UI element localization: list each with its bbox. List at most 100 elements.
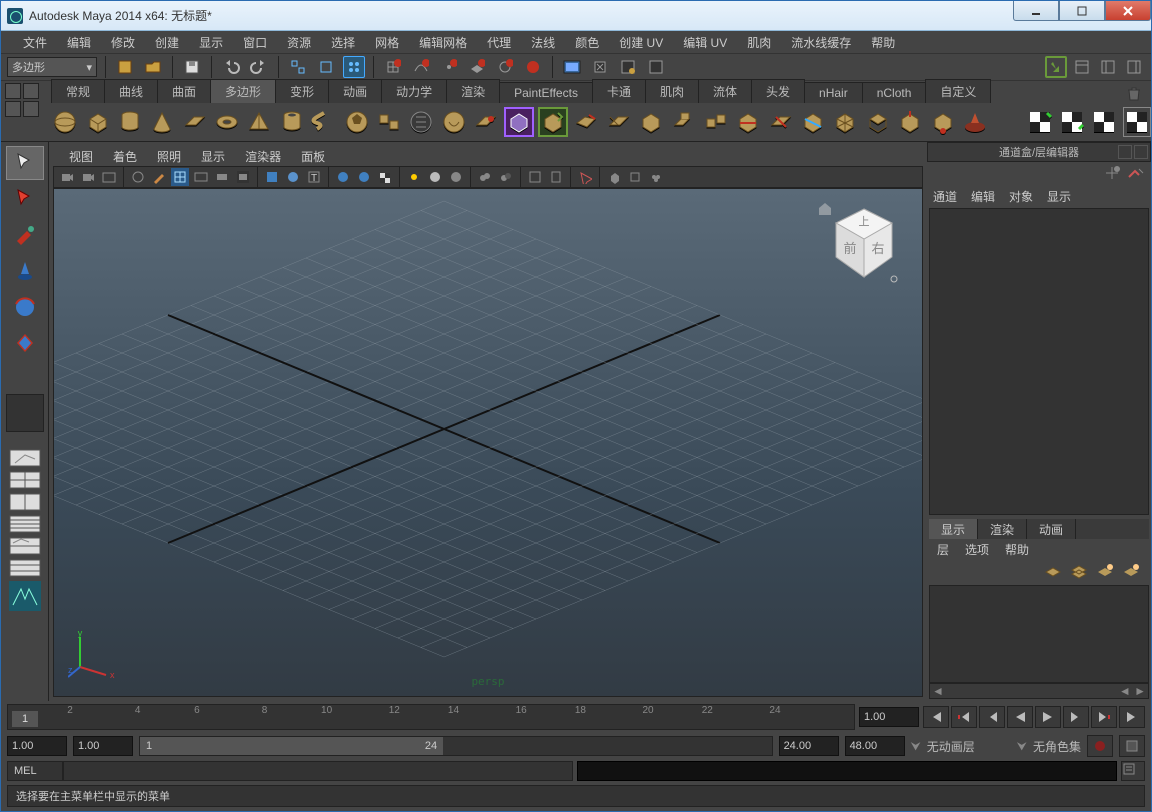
sphere-prim-icon[interactable]: [51, 107, 79, 137]
ipr-render-icon[interactable]: [617, 56, 639, 78]
vp-2d-pan-icon[interactable]: [129, 168, 147, 186]
menu-item[interactable]: 资源: [277, 32, 321, 53]
viewcube-icon[interactable]: 上 前 右: [828, 203, 900, 288]
menu-item[interactable]: 流水线缓存: [781, 32, 861, 53]
play-back-icon[interactable]: [1007, 706, 1033, 728]
snap-live-icon[interactable]: [494, 56, 516, 78]
pyramid-prim-icon[interactable]: [245, 107, 273, 137]
vp-grease-icon[interactable]: [150, 168, 168, 186]
menu-item[interactable]: 编辑 UV: [673, 32, 737, 53]
shelf-tab[interactable]: 动画: [328, 79, 382, 103]
lasso-tool-icon[interactable]: [6, 182, 44, 216]
sel-object-icon[interactable]: [315, 56, 337, 78]
prefs-icon[interactable]: [1119, 735, 1145, 757]
shelf-tab[interactable]: 流体: [698, 79, 752, 103]
show-tool-icon[interactable]: [1097, 56, 1119, 78]
show-channel-icon[interactable]: [1123, 56, 1145, 78]
vp-effects1-icon[interactable]: [526, 168, 544, 186]
two-pane-v-icon[interactable]: [6, 514, 44, 534]
extract-icon[interactable]: [572, 107, 600, 137]
time-current[interactable]: 1: [12, 711, 38, 727]
layer-menu-item[interactable]: 层: [937, 541, 949, 558]
shelf-tab[interactable]: nCloth: [862, 82, 927, 103]
menu-item[interactable]: 帮助: [861, 32, 905, 53]
two-pane-h-icon[interactable]: [6, 492, 44, 512]
shelf-toggle-icon[interactable]: [5, 83, 43, 117]
menu-item[interactable]: 编辑: [57, 32, 101, 53]
cmd-lang-label[interactable]: MEL: [7, 761, 63, 781]
append-icon[interactable]: [734, 107, 762, 137]
maximize-button[interactable]: [1059, 1, 1105, 21]
shelf-tab[interactable]: nHair: [804, 82, 863, 103]
menu-item[interactable]: 文件: [13, 32, 57, 53]
vp-grid-icon[interactable]: [171, 168, 189, 186]
menu-item[interactable]: 创建: [145, 32, 189, 53]
bridge-icon[interactable]: [702, 107, 730, 137]
vp-shadows-icon[interactable]: [355, 168, 373, 186]
new-scene-icon[interactable]: [114, 56, 136, 78]
last-tool-slot[interactable]: [6, 394, 44, 432]
outliner-pane-icon[interactable]: [6, 558, 44, 578]
platonic-prim-icon[interactable]: [375, 107, 403, 137]
go-start-icon[interactable]: [923, 706, 949, 728]
vp-xray-j-icon[interactable]: [447, 168, 465, 186]
helix-prim-icon[interactable]: [310, 107, 338, 137]
wedge-icon[interactable]: [864, 107, 892, 137]
shelf-tab[interactable]: 多边形: [210, 79, 276, 103]
render-view-icon[interactable]: [561, 56, 583, 78]
step-back-icon[interactable]: [979, 706, 1005, 728]
play-end[interactable]: 24.00: [779, 736, 839, 756]
snap-plane-icon[interactable]: [466, 56, 488, 78]
smooth-icon[interactable]: [637, 107, 665, 137]
menu-item[interactable]: 窗口: [233, 32, 277, 53]
trash-icon[interactable]: [1123, 83, 1145, 105]
prism-prim-icon[interactable]: [407, 107, 435, 137]
shelf-tab[interactable]: 曲线: [104, 79, 158, 103]
torus-prim-icon[interactable]: [213, 107, 241, 137]
shelf-tab[interactable]: 头发: [751, 79, 805, 103]
menu-item[interactable]: 创建 UV: [609, 32, 673, 53]
shelf-tab[interactable]: 曲面: [157, 79, 211, 103]
vp-select-cam-icon[interactable]: [58, 168, 76, 186]
vp-gamma-icon[interactable]: [497, 168, 515, 186]
show-attr-icon[interactable]: [1071, 56, 1093, 78]
channel-list[interactable]: [929, 208, 1149, 515]
channel-tab[interactable]: 显示: [1047, 188, 1071, 205]
single-pane-icon[interactable]: [6, 448, 44, 468]
view-menu-item[interactable]: 显示: [191, 146, 235, 167]
shelf-tab[interactable]: 渲染: [446, 79, 500, 103]
menu-item[interactable]: 颜色: [565, 32, 609, 53]
paint-tool-icon[interactable]: [6, 218, 44, 252]
step-back-key-icon[interactable]: [951, 706, 977, 728]
layer-menu-item[interactable]: 帮助: [1005, 541, 1029, 558]
vp-renderer3-icon[interactable]: [647, 168, 665, 186]
uv-editor-icon[interactable]: [1123, 107, 1151, 137]
menu-item[interactable]: 选择: [321, 32, 365, 53]
menu-item[interactable]: 显示: [189, 32, 233, 53]
shelf-tab[interactable]: 变形: [275, 79, 329, 103]
shelf-tab[interactable]: 动力学: [381, 79, 447, 103]
layer-new-icon[interactable]: [1043, 562, 1063, 583]
autokey-icon[interactable]: [1087, 735, 1113, 757]
shelf-tab[interactable]: PaintEffects: [499, 82, 593, 103]
vp-renderer1-icon[interactable]: [605, 168, 623, 186]
range-bar[interactable]: 124: [140, 737, 443, 755]
view-menu-item[interactable]: 照明: [147, 146, 191, 167]
vp-depth-icon[interactable]: [576, 168, 594, 186]
maya-logo-icon[interactable]: [6, 580, 44, 612]
view-menu-item[interactable]: 渲染器: [235, 146, 291, 167]
bevel-icon[interactable]: [896, 107, 924, 137]
sel-component-icon[interactable]: [343, 56, 365, 78]
render-settings-icon[interactable]: [645, 56, 667, 78]
vp-xray-icon[interactable]: [426, 168, 444, 186]
show-toolbox-icon[interactable]: [1045, 56, 1067, 78]
mirror-icon[interactable]: [928, 107, 956, 137]
plane-prim-icon[interactable]: [181, 107, 209, 137]
poke-icon[interactable]: [831, 107, 859, 137]
rotate-tool-icon[interactable]: [6, 290, 44, 324]
layer-list[interactable]: [929, 585, 1149, 683]
create-poly-icon[interactable]: [472, 107, 500, 137]
extrude-icon[interactable]: [669, 107, 697, 137]
layer-up-icon[interactable]: [1121, 562, 1141, 583]
three-pane-icon[interactable]: [6, 536, 44, 556]
